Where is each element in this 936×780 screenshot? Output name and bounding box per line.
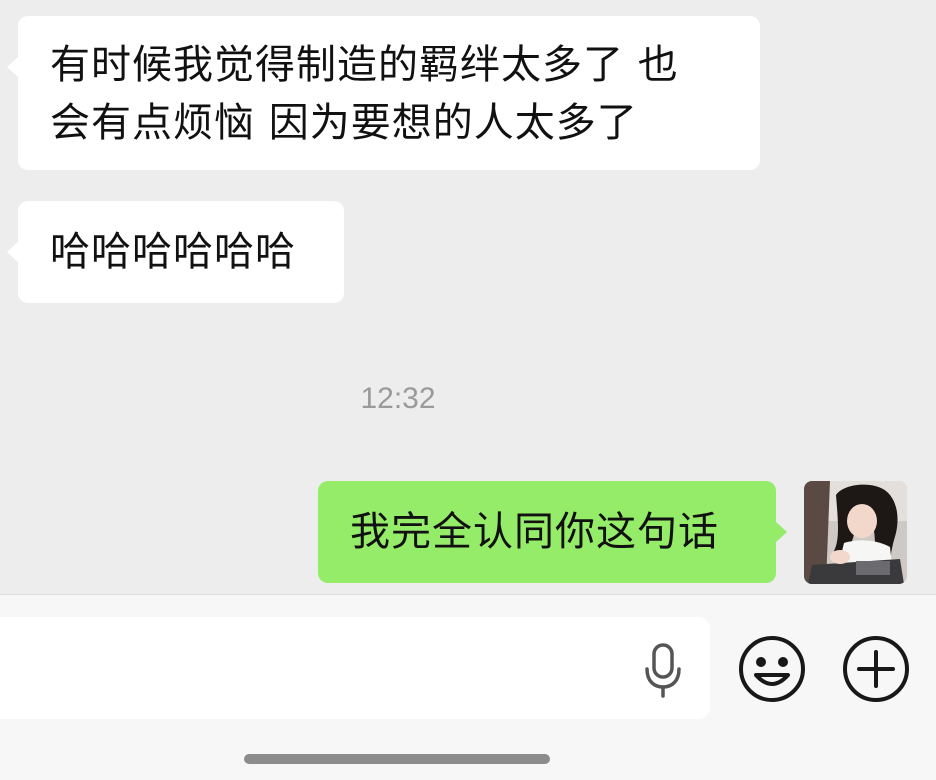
chat-screen: 有时候我觉得制造的羁绊太多了 也 会有点烦恼 因为要想的人太多了 哈哈哈哈哈哈 … [0,0,936,780]
incoming-message-bubble[interactable]: 有时候我觉得制造的羁绊太多了 也 会有点烦恼 因为要想的人太多了 [7,16,760,170]
message-text: 我完全认同你这句话 [350,509,719,555]
plus-icon[interactable] [842,635,910,703]
message-list[interactable]: 有时候我觉得制造的羁绊太多了 也 会有点烦恼 因为要想的人太多了 哈哈哈哈哈哈 … [0,0,936,594]
user-avatar[interactable] [804,481,907,584]
home-indicator[interactable] [244,754,550,764]
message-input[interactable] [0,617,710,719]
message-text: 哈哈哈哈哈哈 [50,229,296,275]
outgoing-message-bubble[interactable]: 我完全认同你这句话 [318,481,787,583]
microphone-icon[interactable] [643,643,683,699]
input-toolbar [0,594,936,780]
message-text-line: 有时候我觉得制造的羁绊太多了 也 [50,42,679,88]
message-text-line: 会有点烦恼 因为要想的人太多了 [50,100,638,146]
smiley-icon[interactable] [738,635,806,703]
avatar-photo [804,481,907,584]
message-timestamp: 12:32 [360,382,436,415]
incoming-message-bubble[interactable]: 哈哈哈哈哈哈 [7,201,344,303]
